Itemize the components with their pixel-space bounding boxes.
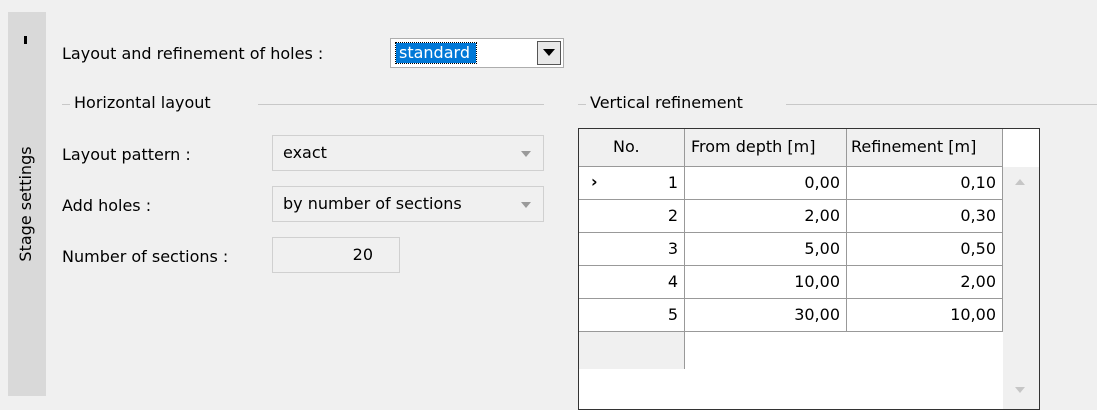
layout-pattern-label: Layout pattern : (62, 145, 191, 164)
add-holes-select[interactable]: by number of sections (272, 186, 544, 222)
column-header-from-depth[interactable]: From depth [m] (685, 129, 847, 167)
layout-pattern-value: exact (283, 143, 327, 162)
vertical-refinement-table[interactable]: No. From depth [m] Refinement [m] › 1 0,… (578, 128, 1040, 410)
stage-settings-tab[interactable]: Stage settings (8, 12, 46, 396)
table-scrollbar[interactable] (1003, 167, 1039, 409)
row-no-cell[interactable]: 2 (579, 200, 685, 233)
column-header-refinement[interactable]: Refinement [m] (847, 129, 1003, 167)
refinement-cell[interactable]: 0,30 (847, 200, 1003, 233)
refinement-cell[interactable]: 2,00 (847, 266, 1003, 299)
group-line (62, 104, 70, 105)
scroll-up-icon[interactable] (1015, 179, 1025, 185)
row-no-cell[interactable]: 5 (579, 299, 685, 332)
from-depth-cell[interactable]: 2,00 (685, 200, 847, 233)
chevron-down-icon (543, 49, 555, 56)
number-of-sections-value: 20 (352, 245, 373, 264)
row-no-cell[interactable]: 4 (579, 266, 685, 299)
from-depth-cell[interactable]: 30,00 (685, 299, 847, 332)
group-line (258, 104, 544, 105)
group-line (786, 104, 1097, 105)
layout-pattern-select[interactable]: exact (272, 135, 544, 171)
number-of-sections-label: Number of sections : (62, 247, 229, 266)
group-line (578, 104, 586, 105)
row-no-cell[interactable]: 3 (579, 233, 685, 266)
refinement-cell[interactable]: 10,00 (847, 299, 1003, 332)
number-of-sections-input[interactable]: 20 (272, 237, 400, 273)
column-header-no[interactable]: No. (579, 129, 685, 167)
new-row-no-cell[interactable] (579, 332, 685, 369)
layout-refinement-value: standard (395, 42, 477, 64)
add-holes-value: by number of sections (283, 194, 462, 213)
refinement-cell[interactable]: 0,50 (847, 233, 1003, 266)
layout-refinement-select[interactable]: standard (390, 38, 564, 68)
from-depth-cell[interactable]: 5,00 (685, 233, 847, 266)
horizontal-layout-title: Horizontal layout (74, 93, 211, 112)
from-depth-cell[interactable]: 10,00 (685, 266, 847, 299)
row-no-cell[interactable]: › 1 (579, 167, 685, 200)
add-holes-label: Add holes : (62, 196, 152, 215)
layout-dropdown-button[interactable] (537, 41, 561, 65)
scroll-down-icon[interactable] (1015, 387, 1025, 393)
vertical-refinement-title: Vertical refinement (590, 93, 743, 112)
layout-refinement-label: Layout and refinement of holes : (62, 44, 324, 63)
stage-settings-label: Stage settings (16, 146, 35, 262)
chevron-down-icon (521, 202, 531, 208)
new-row[interactable] (685, 332, 1003, 369)
chevron-down-icon (521, 151, 531, 157)
from-depth-cell[interactable]: 0,00 (685, 167, 847, 200)
refinement-cell[interactable]: 0,10 (847, 167, 1003, 200)
row-pointer-icon: › (591, 172, 598, 191)
